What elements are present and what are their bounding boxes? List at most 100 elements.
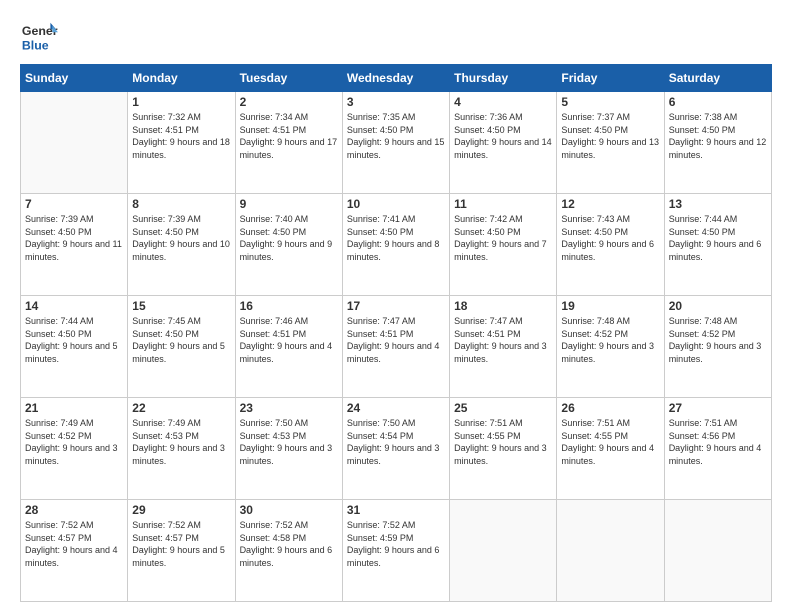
- cell-info: Sunrise: 7:48 AMSunset: 4:52 PMDaylight:…: [669, 315, 767, 365]
- cell-info: Sunrise: 7:44 AMSunset: 4:50 PMDaylight:…: [669, 213, 767, 263]
- day-number: 11: [454, 197, 552, 211]
- weekday-saturday: Saturday: [664, 65, 771, 92]
- cell-info: Sunrise: 7:52 AMSunset: 4:57 PMDaylight:…: [25, 519, 123, 569]
- day-number: 19: [561, 299, 659, 313]
- cell-info: Sunrise: 7:43 AMSunset: 4:50 PMDaylight:…: [561, 213, 659, 263]
- day-number: 28: [25, 503, 123, 517]
- calendar-cell: 25 Sunrise: 7:51 AMSunset: 4:55 PMDayligh…: [450, 398, 557, 500]
- weekday-tuesday: Tuesday: [235, 65, 342, 92]
- cell-info: Sunrise: 7:46 AMSunset: 4:51 PMDaylight:…: [240, 315, 338, 365]
- day-number: 29: [132, 503, 230, 517]
- cell-info: Sunrise: 7:32 AMSunset: 4:51 PMDaylight:…: [132, 111, 230, 161]
- week-row-1: 1 Sunrise: 7:32 AMSunset: 4:51 PMDaylight…: [21, 92, 772, 194]
- calendar-cell: 4 Sunrise: 7:36 AMSunset: 4:50 PMDaylight…: [450, 92, 557, 194]
- cell-info: Sunrise: 7:51 AMSunset: 4:56 PMDaylight:…: [669, 417, 767, 467]
- logo-icon: General Blue: [20, 18, 58, 56]
- day-number: 3: [347, 95, 445, 109]
- weekday-sunday: Sunday: [21, 65, 128, 92]
- day-number: 13: [669, 197, 767, 211]
- cell-info: Sunrise: 7:48 AMSunset: 4:52 PMDaylight:…: [561, 315, 659, 365]
- cell-info: Sunrise: 7:47 AMSunset: 4:51 PMDaylight:…: [454, 315, 552, 365]
- calendar-cell: 16 Sunrise: 7:46 AMSunset: 4:51 PMDayligh…: [235, 296, 342, 398]
- weekday-wednesday: Wednesday: [342, 65, 449, 92]
- day-number: 6: [669, 95, 767, 109]
- day-number: 2: [240, 95, 338, 109]
- calendar-cell: 26Sunrise: 7:51 AMSunset: 4:55 PMDayligh…: [557, 398, 664, 500]
- week-row-5: 28 Sunrise: 7:52 AMSunset: 4:57 PMDayligh…: [21, 500, 772, 602]
- cell-info: Sunrise: 7:41 AMSunset: 4:50 PMDaylight:…: [347, 213, 445, 263]
- day-number: 30: [240, 503, 338, 517]
- cell-info: Sunrise: 7:44 AMSunset: 4:50 PMDaylight:…: [25, 315, 123, 365]
- cell-info: Sunrise: 7:35 AMSunset: 4:50 PMDaylight:…: [347, 111, 445, 161]
- calendar-cell: 11 Sunrise: 7:42 AMSunset: 4:50 PMDayligh…: [450, 194, 557, 296]
- cell-info: Sunrise: 7:52 AMSunset: 4:57 PMDaylight:…: [132, 519, 230, 569]
- weekday-thursday: Thursday: [450, 65, 557, 92]
- week-row-3: 14Sunrise: 7:44 AMSunset: 4:50 PMDayligh…: [21, 296, 772, 398]
- calendar-cell: 22 Sunrise: 7:49 AMSunset: 4:53 PMDayligh…: [128, 398, 235, 500]
- logo: General Blue: [20, 18, 58, 56]
- cell-info: Sunrise: 7:39 AMSunset: 4:50 PMDaylight:…: [25, 213, 123, 263]
- day-number: 21: [25, 401, 123, 415]
- weekday-friday: Friday: [557, 65, 664, 92]
- cell-info: Sunrise: 7:45 AMSunset: 4:50 PMDaylight:…: [132, 315, 230, 365]
- cell-info: Sunrise: 7:49 AMSunset: 4:52 PMDaylight:…: [25, 417, 123, 467]
- calendar-cell: 30 Sunrise: 7:52 AMSunset: 4:58 PMDayligh…: [235, 500, 342, 602]
- calendar-cell: 24Sunrise: 7:50 AMSunset: 4:54 PMDayligh…: [342, 398, 449, 500]
- day-number: 31: [347, 503, 445, 517]
- calendar-cell: 23Sunrise: 7:50 AMSunset: 4:53 PMDayligh…: [235, 398, 342, 500]
- calendar-cell: 17 Sunrise: 7:47 AMSunset: 4:51 PMDayligh…: [342, 296, 449, 398]
- calendar-cell: 29 Sunrise: 7:52 AMSunset: 4:57 PMDayligh…: [128, 500, 235, 602]
- day-number: 7: [25, 197, 123, 211]
- day-number: 12: [561, 197, 659, 211]
- day-number: 10: [347, 197, 445, 211]
- calendar-cell: 5 Sunrise: 7:37 AMSunset: 4:50 PMDaylight…: [557, 92, 664, 194]
- day-number: 25: [454, 401, 552, 415]
- day-number: 4: [454, 95, 552, 109]
- cell-info: Sunrise: 7:52 AMSunset: 4:58 PMDaylight:…: [240, 519, 338, 569]
- calendar-cell: 7 Sunrise: 7:39 AMSunset: 4:50 PMDaylight…: [21, 194, 128, 296]
- calendar-cell: 3 Sunrise: 7:35 AMSunset: 4:50 PMDaylight…: [342, 92, 449, 194]
- calendar-cell: 1 Sunrise: 7:32 AMSunset: 4:51 PMDaylight…: [128, 92, 235, 194]
- cell-info: Sunrise: 7:39 AMSunset: 4:50 PMDaylight:…: [132, 213, 230, 263]
- calendar-cell: 15 Sunrise: 7:45 AMSunset: 4:50 PMDayligh…: [128, 296, 235, 398]
- calendar-cell: 2 Sunrise: 7:34 AMSunset: 4:51 PMDaylight…: [235, 92, 342, 194]
- calendar-cell: 8 Sunrise: 7:39 AMSunset: 4:50 PMDaylight…: [128, 194, 235, 296]
- cell-info: Sunrise: 7:34 AMSunset: 4:51 PMDaylight:…: [240, 111, 338, 161]
- calendar-cell: 6 Sunrise: 7:38 AMSunset: 4:50 PMDaylight…: [664, 92, 771, 194]
- day-number: 1: [132, 95, 230, 109]
- calendar-cell: 27Sunrise: 7:51 AMSunset: 4:56 PMDayligh…: [664, 398, 771, 500]
- day-number: 16: [240, 299, 338, 313]
- weekday-header-row: SundayMondayTuesdayWednesdayThursdayFrid…: [21, 65, 772, 92]
- week-row-2: 7 Sunrise: 7:39 AMSunset: 4:50 PMDaylight…: [21, 194, 772, 296]
- day-number: 23: [240, 401, 338, 415]
- svg-text:Blue: Blue: [22, 38, 49, 52]
- cell-info: Sunrise: 7:40 AMSunset: 4:50 PMDaylight:…: [240, 213, 338, 263]
- day-number: 5: [561, 95, 659, 109]
- calendar-cell: 28 Sunrise: 7:52 AMSunset: 4:57 PMDayligh…: [21, 500, 128, 602]
- day-number: 8: [132, 197, 230, 211]
- day-number: 15: [132, 299, 230, 313]
- weekday-monday: Monday: [128, 65, 235, 92]
- calendar-cell: 14Sunrise: 7:44 AMSunset: 4:50 PMDayligh…: [21, 296, 128, 398]
- cell-info: Sunrise: 7:38 AMSunset: 4:50 PMDaylight:…: [669, 111, 767, 161]
- calendar-cell: [450, 500, 557, 602]
- day-number: 18: [454, 299, 552, 313]
- calendar-cell: 9 Sunrise: 7:40 AMSunset: 4:50 PMDaylight…: [235, 194, 342, 296]
- calendar-cell: [557, 500, 664, 602]
- day-number: 20: [669, 299, 767, 313]
- calendar-cell: 12 Sunrise: 7:43 AMSunset: 4:50 PMDayligh…: [557, 194, 664, 296]
- cell-info: Sunrise: 7:37 AMSunset: 4:50 PMDaylight:…: [561, 111, 659, 161]
- cell-info: Sunrise: 7:36 AMSunset: 4:50 PMDaylight:…: [454, 111, 552, 161]
- cell-info: Sunrise: 7:51 AMSunset: 4:55 PMDaylight:…: [454, 417, 552, 467]
- cell-info: Sunrise: 7:49 AMSunset: 4:53 PMDaylight:…: [132, 417, 230, 467]
- cell-info: Sunrise: 7:47 AMSunset: 4:51 PMDaylight:…: [347, 315, 445, 365]
- day-number: 22: [132, 401, 230, 415]
- calendar-cell: 18 Sunrise: 7:47 AMSunset: 4:51 PMDayligh…: [450, 296, 557, 398]
- calendar-table: SundayMondayTuesdayWednesdayThursdayFrid…: [20, 64, 772, 602]
- cell-info: Sunrise: 7:42 AMSunset: 4:50 PMDaylight:…: [454, 213, 552, 263]
- cell-info: Sunrise: 7:52 AMSunset: 4:59 PMDaylight:…: [347, 519, 445, 569]
- day-number: 17: [347, 299, 445, 313]
- day-number: 9: [240, 197, 338, 211]
- week-row-4: 21 Sunrise: 7:49 AMSunset: 4:52 PMDayligh…: [21, 398, 772, 500]
- cell-info: Sunrise: 7:50 AMSunset: 4:54 PMDaylight:…: [347, 417, 445, 467]
